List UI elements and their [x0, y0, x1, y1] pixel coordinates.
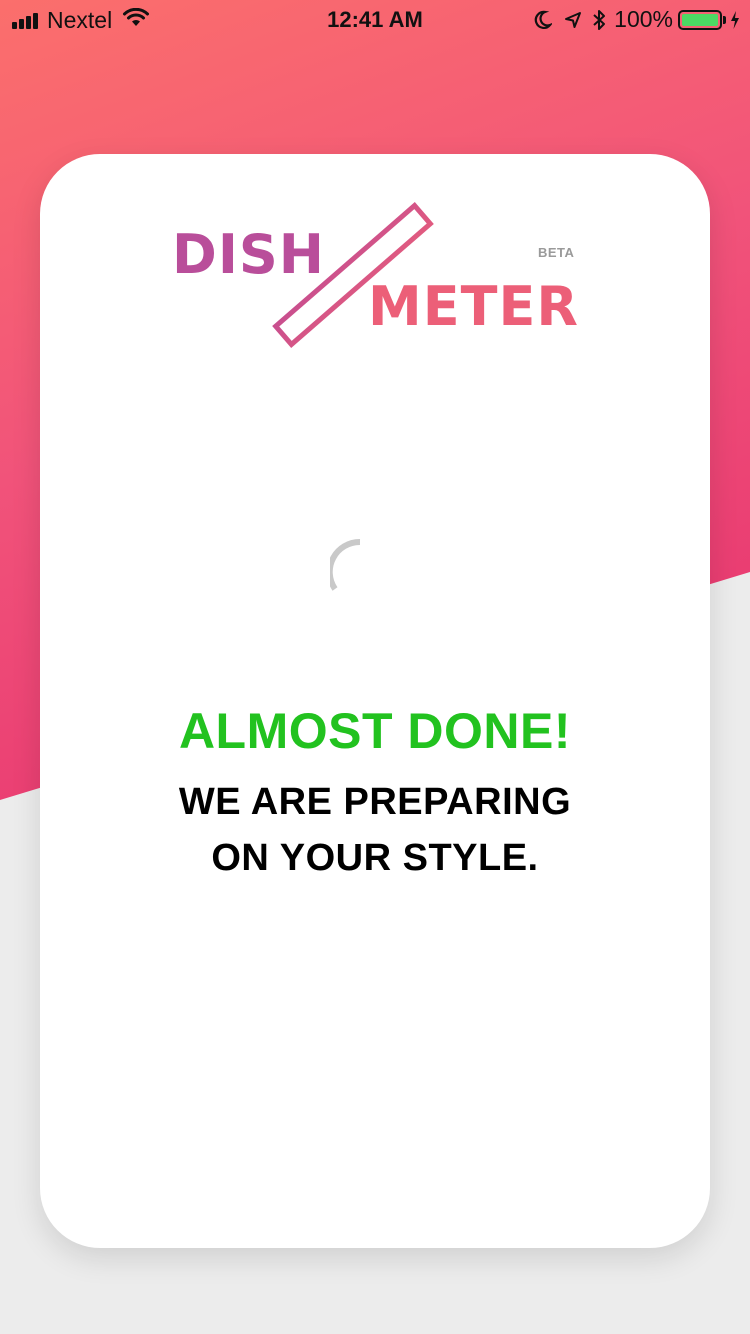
- charging-bolt-icon: [730, 10, 740, 30]
- loading-message-line-2: ON YOUR STYLE.: [211, 837, 539, 879]
- battery-cap: [723, 15, 726, 24]
- moon-icon: [534, 10, 553, 30]
- status-right: 100%: [534, 6, 740, 33]
- status-bar: Nextel 12:41 AM 100%: [0, 0, 750, 40]
- loading-message-line-1: WE ARE PREPARING: [178, 781, 572, 823]
- location-arrow-icon: [564, 10, 582, 30]
- battery-icon: [678, 9, 722, 30]
- bluetooth-icon: [592, 9, 606, 31]
- loading-spinner-icon: [330, 538, 361, 591]
- dishmeter-logo: DISH BETA METER: [168, 190, 588, 360]
- battery-percentage: 100%: [614, 6, 673, 32]
- loading-headline: ALMOST DONE!: [178, 703, 572, 759]
- logo-word-meter: METER: [368, 275, 579, 338]
- beta-badge: BETA: [538, 245, 575, 260]
- loading-card: DISH BETA METER ALMOST DONE! WE ARE PREP…: [40, 154, 710, 1248]
- battery-level-fill: [682, 13, 718, 26]
